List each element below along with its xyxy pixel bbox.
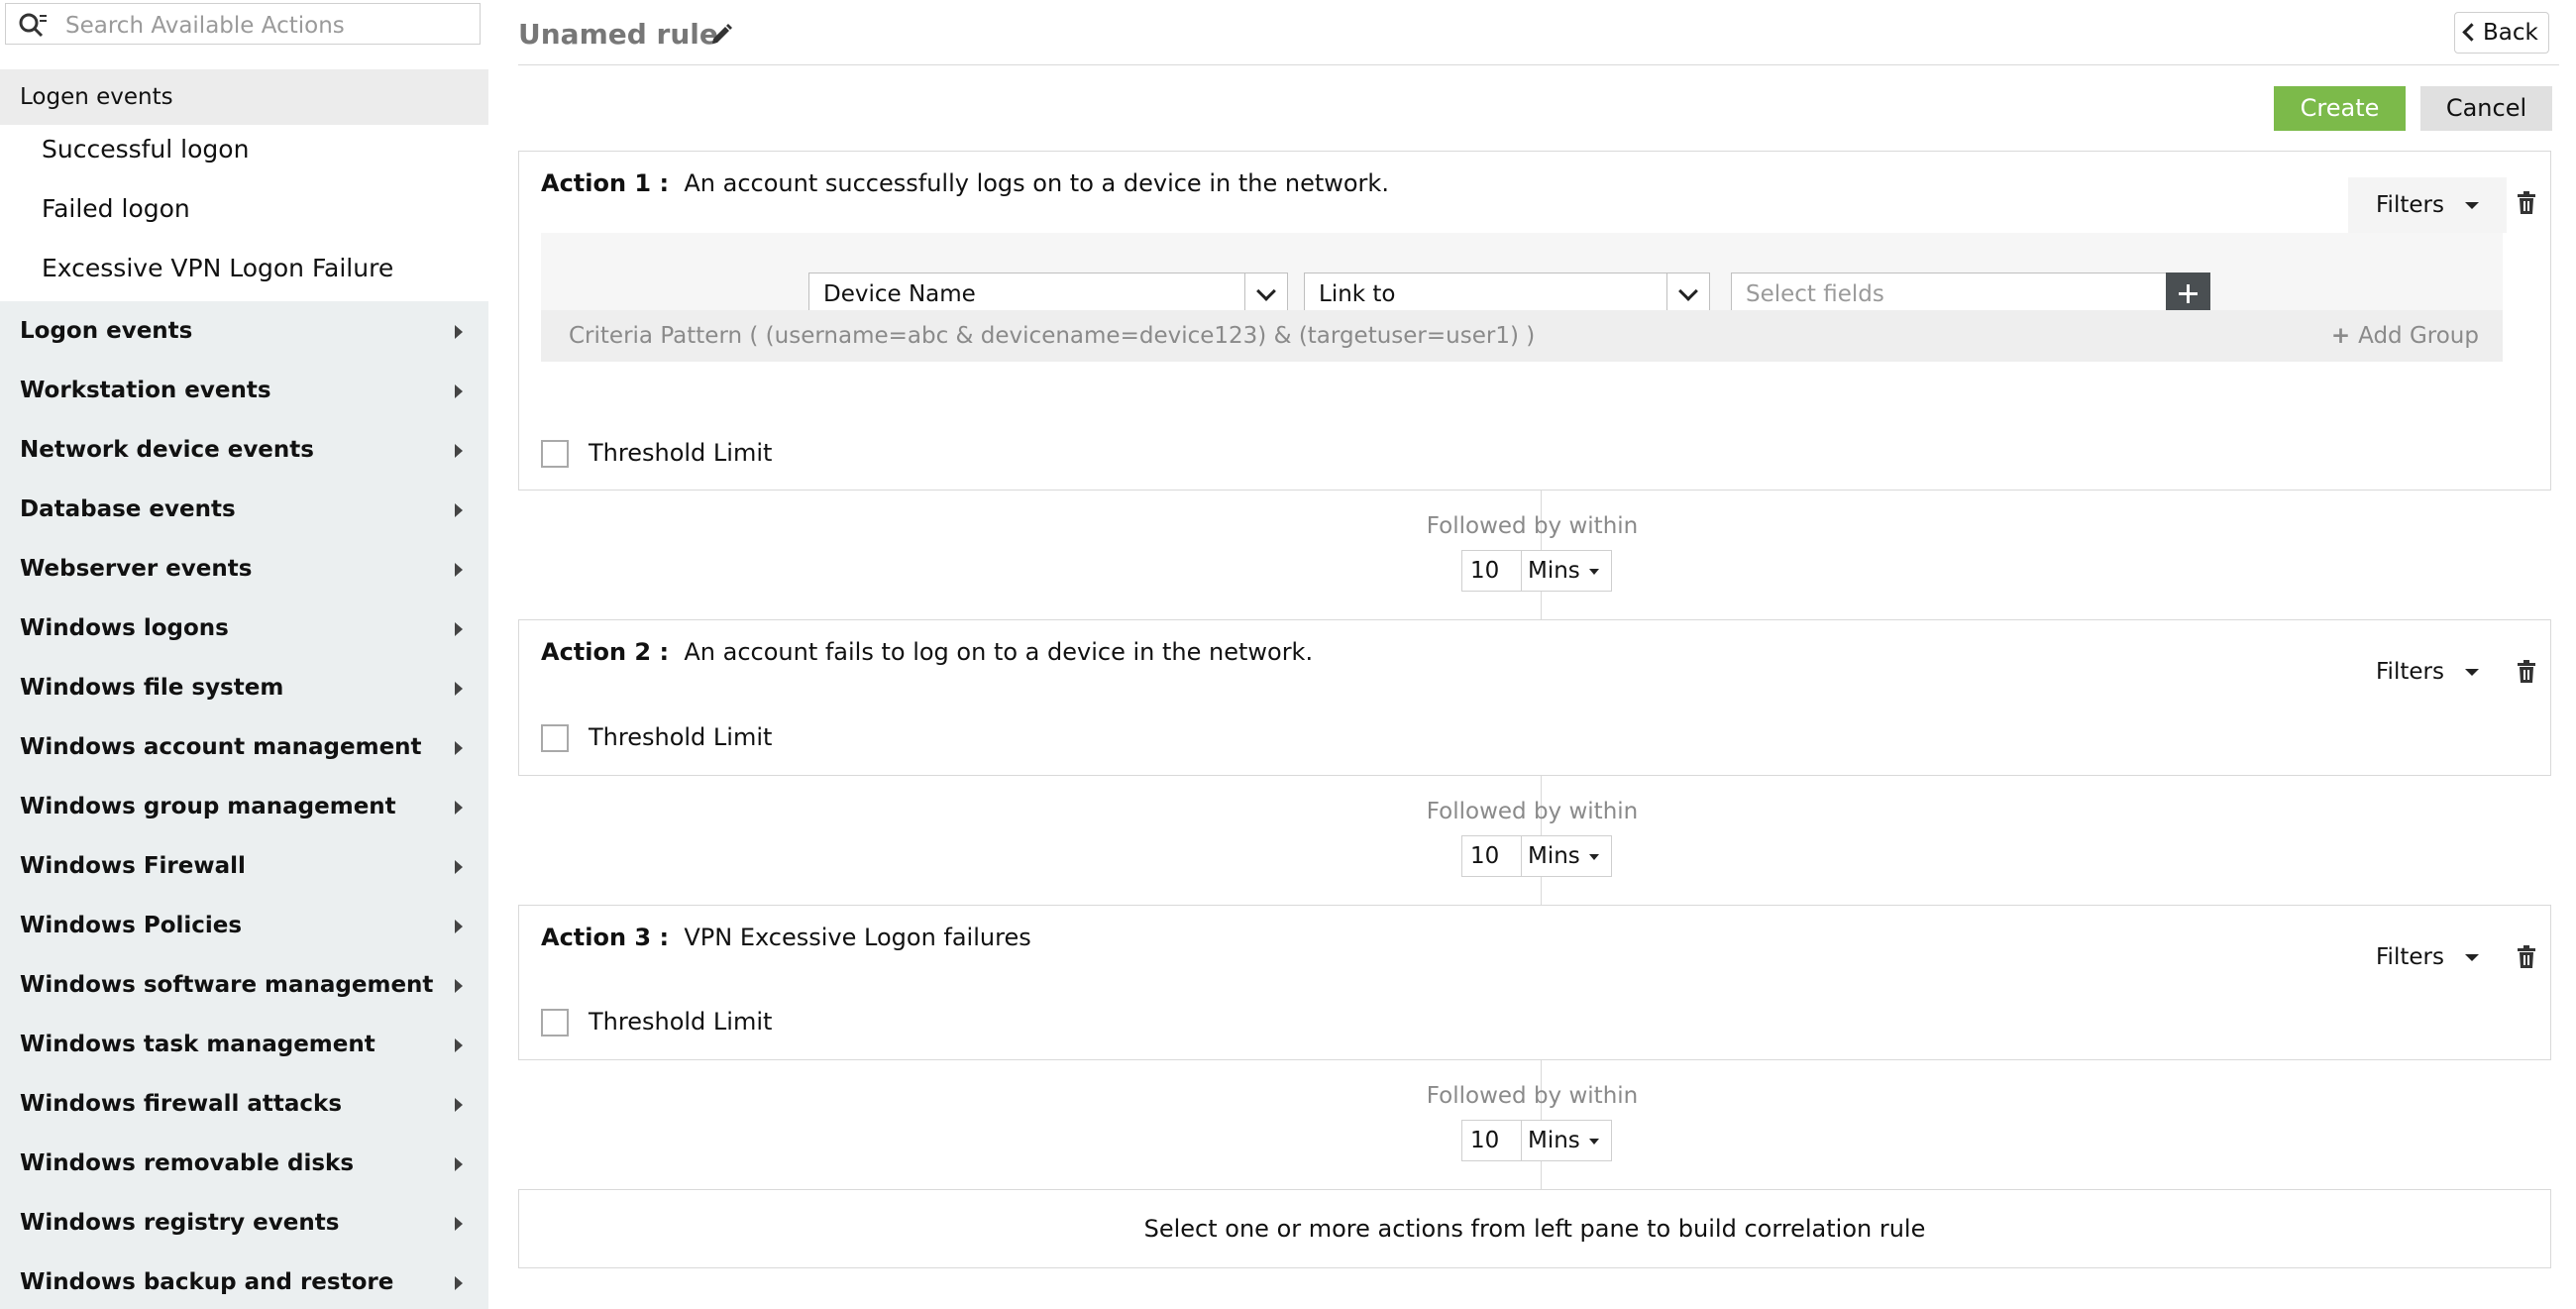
plus-icon: + [2330, 323, 2351, 349]
action-heading: Action 2 : An account fails to log on to… [541, 638, 1314, 666]
caret-down-icon [2465, 202, 2479, 209]
within-unit-select[interactable]: Mins [1528, 1121, 1580, 1160]
caret-right-icon [455, 979, 463, 993]
threshold-limit[interactable]: Threshold Limit [541, 723, 772, 752]
expanded-group-list: Successful logon Failed logon Excessive … [0, 125, 488, 301]
rule-title: Unamed rule [518, 18, 718, 51]
caret-right-icon [455, 1217, 463, 1231]
caret-right-icon [455, 860, 463, 874]
threshold-limit[interactable]: Threshold Limit [541, 1008, 772, 1036]
dropdown-toggle[interactable] [1666, 273, 1709, 315]
followed-by-label: Followed by within [1426, 1083, 1639, 1109]
within-duration-control[interactable]: 10 Mins [1461, 835, 1612, 877]
caret-down-icon [2465, 669, 2479, 676]
action-card-3: Action 3 : VPN Excessive Logon failures … [518, 905, 2551, 1060]
sidebar-category-windows-group-management[interactable]: Windows group management [0, 777, 488, 836]
filters-dropdown[interactable]: Filters [2348, 929, 2507, 985]
chevron-down-icon [1678, 281, 1698, 301]
caret-down-icon [1589, 854, 1599, 860]
dropdown-toggle[interactable] [1244, 273, 1287, 315]
sidebar-category-logon-events[interactable]: Logon events [0, 301, 488, 361]
filters-dropdown[interactable]: Filters [2348, 177, 2507, 233]
criteria-pattern: Criteria Pattern ( (username=abc & devic… [541, 310, 2503, 362]
sidebar-category-database-events[interactable]: Database events [0, 480, 488, 539]
caret-right-icon [455, 682, 463, 696]
sidebar-category-network-device-events[interactable]: Network device events [0, 420, 488, 480]
sidebar-category-windows-firewall[interactable]: Windows Firewall [0, 836, 488, 896]
caret-right-icon [455, 1098, 463, 1112]
caret-right-icon [455, 503, 463, 517]
chevron-left-icon [2462, 23, 2481, 42]
within-unit-select[interactable]: Mins [1528, 836, 1580, 876]
caret-down-icon [1589, 1139, 1599, 1145]
add-group-button[interactable]: + Add Group [2331, 310, 2479, 362]
followed-by-label: Followed by within [1426, 513, 1639, 539]
caret-right-icon [455, 444, 463, 458]
action-heading: Action 1 : An account successfully logs … [541, 169, 1389, 197]
action-card-1: Action 1 : An account successfully logs … [518, 151, 2551, 491]
caret-right-icon [455, 563, 463, 577]
within-duration-control[interactable]: 10 Mins [1461, 1120, 1612, 1161]
sidebar-action-excessive-vpn-logon-failure[interactable]: Excessive VPN Logon Failure [42, 254, 393, 282]
caret-right-icon [455, 741, 463, 755]
threshold-checkbox[interactable] [541, 1009, 569, 1036]
create-button[interactable]: Create [2274, 86, 2406, 131]
search-placeholder: Search Available Actions [65, 13, 345, 39]
category-list: Logon events Workstation events Network … [0, 301, 488, 1309]
within-unit-select[interactable]: Mins [1528, 551, 1580, 591]
within-value-input[interactable]: 10 [1462, 551, 1522, 591]
criteria-builder: Device Name Link to Select fields Criter… [541, 233, 2503, 362]
search-actions-input[interactable]: Search Available Actions [5, 3, 481, 45]
sidebar-category-windows-firewall-attacks[interactable]: Windows firewall attacks [0, 1074, 488, 1134]
threshold-checkbox[interactable] [541, 440, 569, 468]
drop-zone-hint: Select one or more actions from left pan… [518, 1189, 2551, 1268]
caret-right-icon [455, 1276, 463, 1290]
action-card-2: Action 2 : An account fails to log on to… [518, 619, 2551, 776]
rule-editor: Unamed rule Back Create Cancel Action 1 … [488, 0, 2576, 1309]
followed-by-label: Followed by within [1426, 799, 1639, 824]
caret-right-icon [455, 1157, 463, 1171]
threshold-limit[interactable]: Threshold Limit [541, 439, 772, 468]
filters-dropdown[interactable]: Filters [2348, 644, 2507, 700]
sidebar-category-windows-task-management[interactable]: Windows task management [0, 1015, 488, 1074]
caret-right-icon [455, 801, 463, 815]
expanded-group-header[interactable]: Logen events [0, 69, 488, 125]
action-heading: Action 3 : VPN Excessive Logon failures [541, 924, 1031, 951]
sidebar-category-workstation-events[interactable]: Workstation events [0, 361, 488, 420]
search-icon [19, 13, 47, 38]
threshold-checkbox[interactable] [541, 724, 569, 752]
sidebar-action-failed-logon[interactable]: Failed logon [42, 194, 190, 223]
within-value-input[interactable]: 10 [1462, 1121, 1522, 1160]
chevron-down-icon [1256, 281, 1276, 301]
cancel-button[interactable]: Cancel [2420, 86, 2552, 131]
within-duration-control[interactable]: 10 Mins [1461, 550, 1612, 592]
sidebar-action-successful-logon[interactable]: Successful logon [42, 135, 249, 164]
trash-icon[interactable] [2517, 660, 2536, 684]
caret-down-icon [2465, 954, 2479, 961]
sidebar-category-windows-account-management[interactable]: Windows account management [0, 717, 488, 777]
caret-right-icon [455, 920, 463, 933]
pencil-icon[interactable] [708, 22, 734, 48]
caret-right-icon [455, 325, 463, 339]
actions-sidebar: Search Available Actions Logen events Su… [0, 0, 488, 1309]
back-button[interactable]: Back [2454, 12, 2549, 54]
sidebar-category-webserver-events[interactable]: Webserver events [0, 539, 488, 599]
sidebar-category-windows-file-system[interactable]: Windows file system [0, 658, 488, 717]
trash-icon[interactable] [2517, 945, 2536, 969]
caret-down-icon [1589, 569, 1599, 575]
sidebar-category-windows-policies[interactable]: Windows Policies [0, 896, 488, 955]
caret-right-icon [455, 1038, 463, 1052]
caret-right-icon [455, 622, 463, 636]
sidebar-category-windows-removable-disks[interactable]: Windows removable disks [0, 1134, 488, 1193]
header-divider [518, 64, 2559, 65]
within-value-input[interactable]: 10 [1462, 836, 1522, 876]
sidebar-category-windows-registry-events[interactable]: Windows registry events [0, 1193, 488, 1253]
sidebar-category-windows-logons[interactable]: Windows logons [0, 599, 488, 658]
sidebar-category-windows-backup-and-restore[interactable]: Windows backup and restore [0, 1253, 488, 1309]
trash-icon[interactable] [2517, 191, 2536, 215]
sidebar-category-windows-software-management[interactable]: Windows software management [0, 955, 488, 1015]
caret-right-icon [455, 384, 463, 398]
